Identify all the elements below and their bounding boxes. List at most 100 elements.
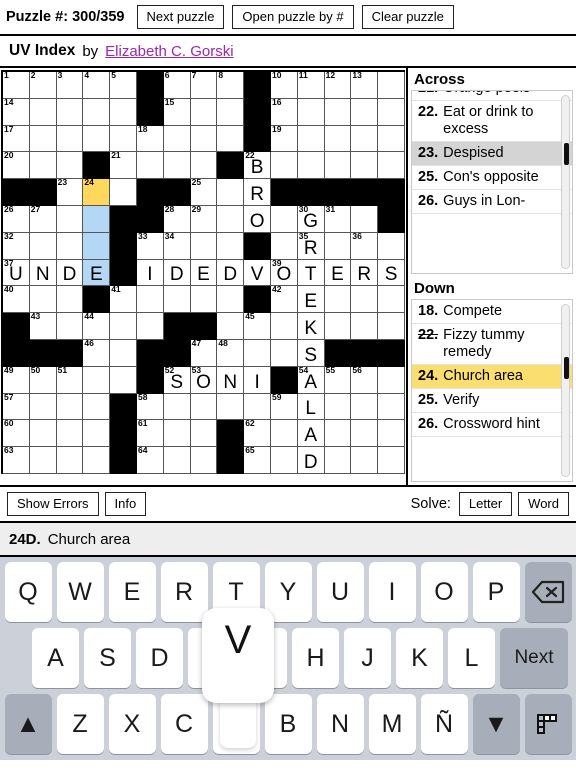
grid-cell-3-12[interactable] [324,152,352,180]
grid-cell-13-14[interactable] [378,420,405,448]
grid-cell-1-0[interactable]: 14 [3,98,30,126]
grid-cell-10-3[interactable]: 46 [83,340,111,367]
grid-cell-5-13[interactable] [351,206,379,233]
grid-cell-12-1[interactable] [29,393,57,421]
key-d[interactable]: D [136,628,183,688]
grid-cell-4-2[interactable]: 23 [56,179,84,206]
next-puzzle-button[interactable]: Next puzzle [136,4,225,30]
grid-cell-12-5[interactable]: 58 [137,393,164,421]
grid-cell-1-11[interactable] [297,98,325,126]
key-ñ[interactable]: Ñ [420,694,468,754]
clue-item[interactable]: 22. Eat or drink to excess [412,101,572,142]
grid-cell-14-0[interactable]: 63 [3,447,30,474]
grid-cell-6-6[interactable]: 34 [163,232,191,260]
author-link[interactable]: Elizabeth C. Gorski [105,43,233,60]
across-clue-list[interactable]: 21. Orange peels 22.Eat or drink to excess… [411,90,573,274]
grid-cell-7-8[interactable]: D [217,259,245,287]
grid-cell-13-5[interactable]: 61 [137,420,164,448]
key-x[interactable]: X [108,694,156,754]
grid-cell-9-1[interactable]: 43 [29,313,57,340]
clue-item[interactable]: 18. Compete [412,300,572,324]
grid-cell-14-11[interactable]: D [297,447,325,474]
grid-cell-11-2[interactable]: 51 [56,366,84,394]
grid-cell-1-2[interactable] [56,98,84,126]
grid-cell-9-9[interactable]: 45 [244,313,271,340]
grid-cell-14-6[interactable] [163,447,191,474]
grid-cell-9-8[interactable] [217,313,245,340]
grid-cell-12-9[interactable] [244,393,271,421]
grid-cell-2-14[interactable] [378,125,405,153]
grid-cell-0-14[interactable] [378,72,405,99]
grid-cell-8-10[interactable]: 42 [271,286,298,314]
grid-cell-0-3[interactable]: 4 [83,72,111,99]
across-scrollbar-thumb[interactable] [563,143,569,165]
grid-cell-1-1[interactable] [29,98,57,126]
key-i[interactable]: I [368,562,416,622]
grid-cell-13-0[interactable]: 60 [3,420,30,448]
grid-cell-5-1[interactable]: 27 [29,206,57,233]
grid-cell-14-3[interactable] [83,447,111,474]
key-l[interactable]: L [448,628,495,688]
grid-cell-14-9[interactable]: 65 [244,447,271,474]
grid-cell-6-1[interactable] [29,232,57,260]
next-key[interactable]: Next [500,628,568,688]
key-j[interactable]: J [344,628,391,688]
grid-cell-8-2[interactable] [56,286,84,314]
grid-cell-0-2[interactable]: 3 [56,72,84,99]
grid-cell-0-8[interactable]: 8 [217,72,245,99]
grid-cell-1-4[interactable] [110,98,137,126]
on-screen-keyboard[interactable]: QWERTYUIOP A S D F G H J K L Next ▲ Z X C V B N M Ñ ▼ V [0,557,576,760]
grid-cell-9-10[interactable] [271,313,298,340]
key-z[interactable]: Z [56,694,104,754]
grid-cell-13-1[interactable] [29,420,57,448]
key-q[interactable]: Q [4,562,52,622]
grid-cell-12-6[interactable] [163,393,191,421]
down-scrollbar-thumb[interactable] [563,356,569,379]
grid-cell-2-5[interactable]: 18 [137,125,164,153]
grid-cell-3-4[interactable]: 21 [110,152,137,180]
grid-cell-10-10[interactable] [271,340,298,367]
grid-cell-11-8[interactable]: N [217,366,245,394]
grid-cell-11-13[interactable]: 56 [351,366,379,394]
key-p[interactable]: P [472,562,520,622]
grid-cell-1-10[interactable]: 16 [271,98,298,126]
grid-cell-7-14[interactable]: S [378,259,405,287]
key-e[interactable]: E [108,562,156,622]
backspace-key[interactable] [524,562,572,622]
grid-cell-13-6[interactable] [163,420,191,448]
key-r[interactable]: R [160,562,208,622]
grid-cell-5-2[interactable] [56,206,84,233]
key-a[interactable]: A [32,628,79,688]
key-c[interactable]: C [160,694,208,754]
grid-cell-4-8[interactable] [217,179,245,206]
grid-cell-11-9[interactable]: I [244,366,271,394]
grid-cell-5-3[interactable] [83,206,111,233]
grid-cell-2-0[interactable]: 17 [3,125,30,153]
grid-cell-13-12[interactable] [324,420,352,448]
grid-cell-6-2[interactable] [56,232,84,260]
grid-cell-2-2[interactable] [56,125,84,153]
grid-cell-0-7[interactable]: 7 [190,72,218,99]
grid-cell-11-12[interactable]: 55 [324,366,352,394]
grid-cell-11-0[interactable]: 49 [3,366,30,394]
grid-cell-9-11[interactable]: K [297,313,325,340]
grid-cell-7-13[interactable]: R [351,259,379,287]
grid-cell-3-10[interactable] [271,152,298,180]
key-t[interactable]: T [212,562,260,622]
grid-cell-4-4[interactable] [110,179,137,206]
grid-cell-11-11[interactable]: 54 A [297,366,325,394]
key-y[interactable]: Y [264,562,312,622]
grid-cell-12-2[interactable] [56,393,84,421]
grid-cell-14-13[interactable] [351,447,379,474]
grid-cell-7-3[interactable]: E [83,259,111,287]
grid-cell-10-7[interactable]: 47 [190,340,218,367]
grid-cell-5-0[interactable]: 26 [3,206,30,233]
grid-cell-8-8[interactable] [217,286,245,314]
grid-cell-3-0[interactable]: 20 [3,152,30,180]
grid-cell-8-11[interactable]: E [297,286,325,314]
grid-cell-14-1[interactable] [29,447,57,474]
key-w[interactable]: W [56,562,104,622]
grid-cell-13-13[interactable] [351,420,379,448]
grid-cell-10-4[interactable] [110,340,137,367]
clue-item[interactable]: 25. Verify [412,389,572,413]
